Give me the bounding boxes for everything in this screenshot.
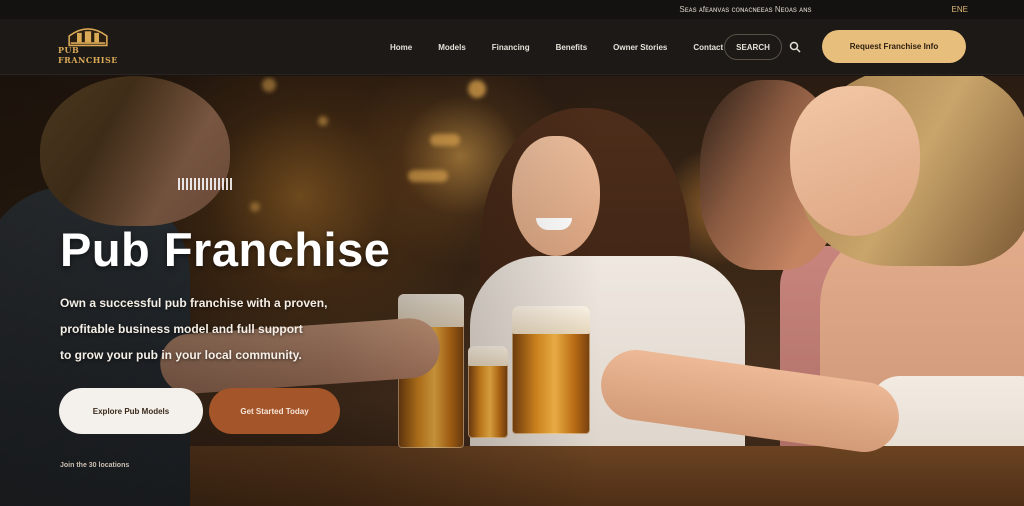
nav-item-owner-stories[interactable]: Owner Stories [613,43,667,52]
explore-models-button[interactable]: Explore Pub Models [59,388,203,434]
language-switch[interactable]: ENE [952,5,968,14]
nav-item-financing[interactable]: Financing [492,43,530,52]
primary-nav: Home Models Financing Benefits Owner Sto… [390,19,723,75]
nav-item-benefits[interactable]: Benefits [556,43,588,52]
search-button[interactable]: SEARCH [724,34,782,60]
hero-section: Pub Franchise Own a successful pub franc… [0,76,1024,506]
nav-item-models[interactable]: Models [438,43,466,52]
hero-title: Pub Franchise [60,223,391,276]
hero-description-line: profitable business model and full suppo… [60,322,303,336]
hero-description-line: to grow your pub in your local community… [60,348,302,362]
hero-description: Own a successful pub franchise with a pr… [60,290,420,368]
hero-footnote: Join the 30 locations [60,462,130,469]
request-info-button[interactable]: Request Franchise Info [822,30,966,63]
woman-right-face [790,86,920,236]
site-logo[interactable]: PUB FRANCHISE [58,25,118,65]
nav-item-contact[interactable]: Contact [693,43,723,52]
pub-logo-icon [68,28,108,47]
search-icon[interactable] [789,41,801,53]
nav-item-home[interactable]: Home [390,43,412,52]
hero-decoration [178,178,232,190]
hero-description-line: Own a successful pub franchise with a pr… [60,296,328,310]
main-navbar: PUB FRANCHISE Home Models Financing Bene… [0,19,1024,75]
get-started-button[interactable]: Get Started Today [209,388,340,434]
utility-text[interactable]: Sᴇᴀs ᴀfᴇᴀɴᴠᴀs ᴄᴏɴᴀᴄɴᴇᴇᴀs Nᴇᴏᴀs ᴀɴs [679,5,811,14]
utility-bar: Sᴇᴀs ᴀfᴇᴀɴᴠᴀs ᴄᴏɴᴀᴄɴᴇᴇᴀs Nᴇᴏᴀs ᴀɴs ENE [0,0,1024,19]
logo-wordmark: PUB FRANCHISE [58,45,118,65]
